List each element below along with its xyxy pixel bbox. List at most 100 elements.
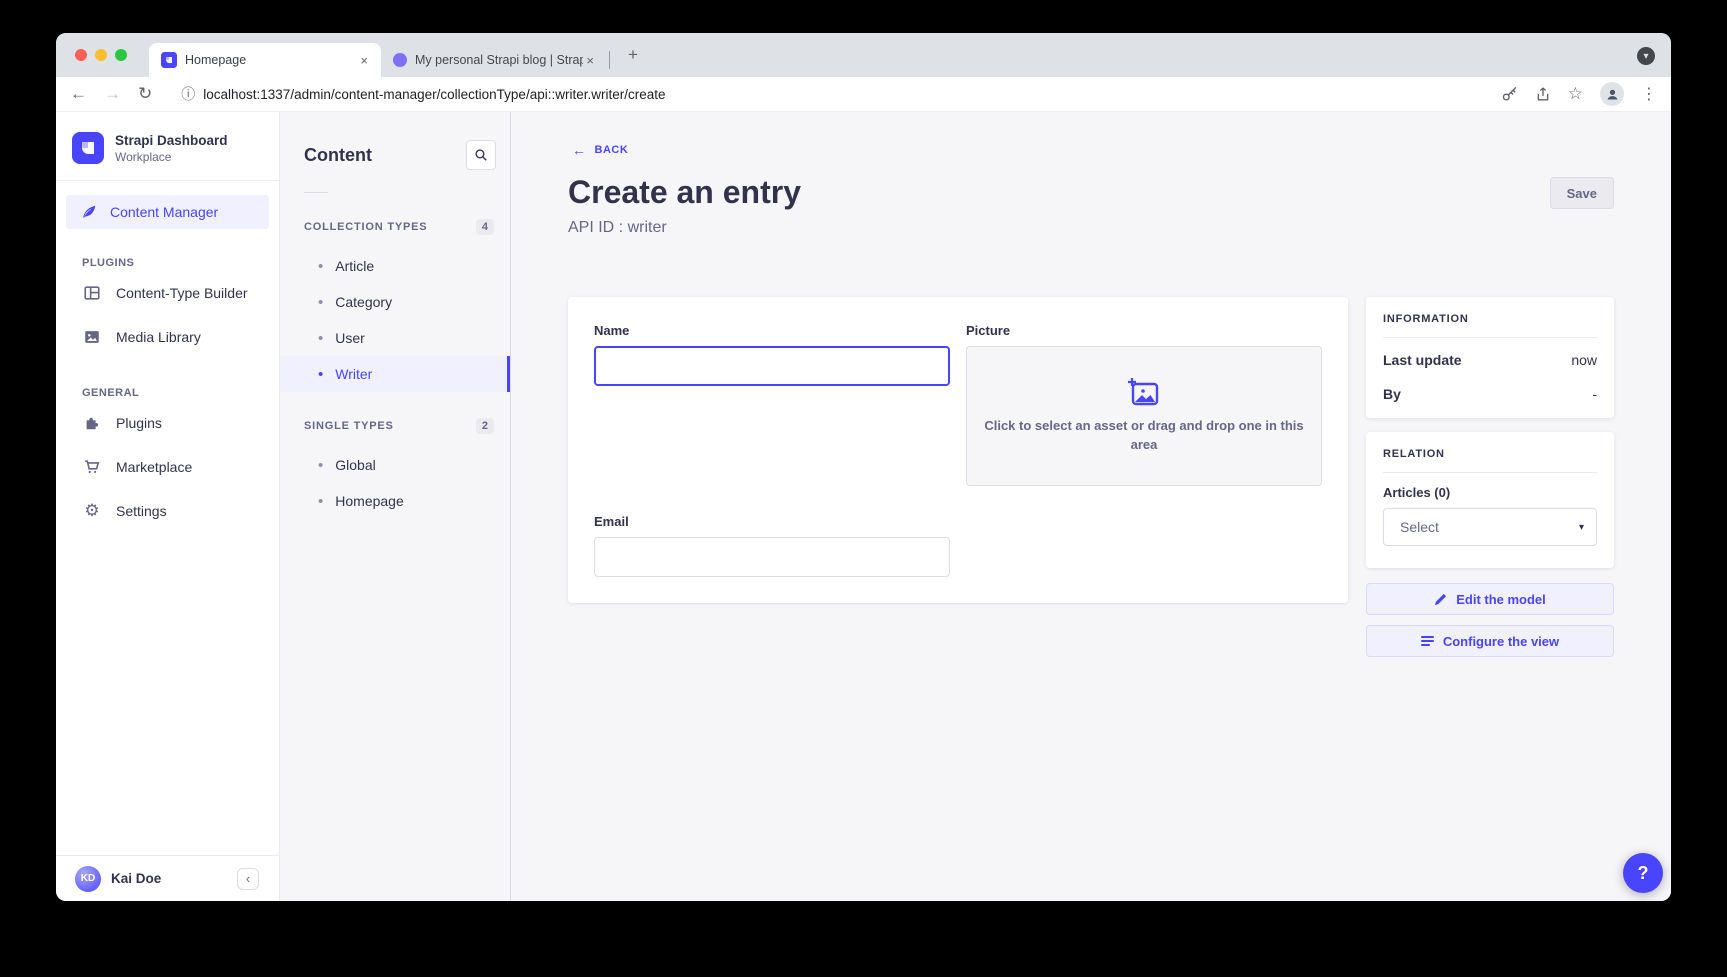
browser-menu-icon[interactable]: ⋮ [1641,84,1657,104]
subnav-item-category[interactable]: • Category [280,284,510,320]
tab-title: My personal Strapi blog | Strap [415,53,583,67]
subnav-item-homepage[interactable]: • Homepage [280,483,510,519]
strapi-logo [72,132,104,164]
password-key-icon[interactable] [1501,86,1518,103]
configure-view-label: Configure the view [1443,634,1559,649]
user-avatar[interactable]: KD [75,866,101,892]
sidebar-item-media-library[interactable]: Media Library [56,315,279,359]
select-caret-icon: ▾ [1579,522,1584,533]
bullet-icon: • [318,330,323,347]
subnav-item-user[interactable]: • User [280,320,510,356]
strapi-favicon [161,52,177,68]
api-id-subtitle: API ID : writer [568,219,801,237]
bookmark-star-icon[interactable]: ☆ [1568,84,1583,104]
layout-icon [82,284,102,302]
user-row: KD Kai Doe ‹ [56,855,279,901]
strapi-app: Strapi Dashboard Workplace Content Manag… [56,112,1671,901]
browser-profile-avatar[interactable] [1600,82,1624,106]
sidebar-item-label: Marketplace [116,459,192,475]
configure-view-button[interactable]: Configure the view [1366,625,1614,657]
sidebar-item-plugins[interactable]: Plugins [56,401,279,445]
close-tab-icon[interactable]: × [583,53,597,68]
new-tab-button[interactable]: + [622,45,644,65]
help-button[interactable]: ? [1623,853,1663,893]
sidebar-section-general: GENERAL [82,387,279,399]
back-label: BACK [595,144,629,156]
bullet-icon: • [318,493,323,510]
url-bar: ← → ↻ ⓘ localhost:1337/admin/content-man… [56,77,1671,112]
pencil-icon [1434,593,1447,606]
tab-homepage[interactable]: Homepage × [149,43,381,77]
bullet-icon: • [318,258,323,275]
address-url[interactable]: localhost:1337/admin/content-manager/col… [203,87,1484,102]
panel-divider [1383,472,1597,473]
brand-title: Strapi Dashboard [115,133,228,148]
entry-form-card: Name Picture Click to select [568,297,1348,603]
subnav-item-label: User [335,330,365,346]
subnav-item-article[interactable]: • Article [280,248,510,284]
brand[interactable]: Strapi Dashboard Workplace [56,112,279,164]
subnav-divider [304,192,328,193]
information-panel: INFORMATION Last update now By - [1366,297,1614,418]
sidebar-item-settings[interactable]: ⚙ Settings [56,489,279,533]
tab-strapi-blog[interactable]: My personal Strapi blog | Strap × [381,43,607,77]
main-content: ← BACK Create an entry API ID : writer S… [511,112,1671,901]
relation-header: RELATION [1383,448,1597,460]
name-label: Name [594,323,950,338]
share-icon[interactable] [1535,86,1551,103]
add-image-icon [1127,377,1161,407]
close-tab-icon[interactable]: × [357,53,371,68]
sidebar-item-content-type-builder[interactable]: Content-Type Builder [56,271,279,315]
panel-divider [1383,337,1597,338]
page-title: Create an entry [568,174,801,211]
minimize-window-button[interactable] [95,49,107,61]
picture-icon [82,328,102,346]
bullet-icon: • [318,366,323,383]
articles-select[interactable]: Select ▾ [1383,508,1597,546]
by-label: By [1383,386,1401,402]
collapse-sidebar-button[interactable]: ‹ [237,868,259,890]
name-input[interactable] [594,346,950,386]
browser-reload-icon[interactable]: ↻ [138,84,152,104]
bullet-icon: • [318,457,323,474]
email-label: Email [594,514,950,529]
zoom-window-button[interactable] [115,49,127,61]
save-button[interactable]: Save [1550,177,1614,209]
dropzone-hint: Click to select an asset or drag and dro… [984,417,1304,455]
sidebar-item-marketplace[interactable]: Marketplace [56,445,279,489]
back-arrow-icon: ← [572,142,587,158]
sidebar-item-content-manager[interactable]: Content Manager [66,195,269,229]
site-info-icon[interactable]: ⓘ [181,84,195,104]
email-input[interactable] [594,537,950,577]
edit-model-label: Edit the model [1456,592,1546,607]
subnav-item-writer[interactable]: • Writer [280,356,510,392]
edit-model-button[interactable]: Edit the model [1366,583,1614,615]
last-update-value: now [1571,352,1597,368]
email-field: Email [594,514,950,577]
articles-relation-label: Articles (0) [1383,485,1597,500]
information-header: INFORMATION [1383,313,1597,325]
count-badge: 2 [476,418,494,434]
subnav-item-label: Homepage [335,493,404,509]
close-window-button[interactable] [75,49,87,61]
brand-subtitle: Workplace [115,150,228,164]
back-link[interactable]: ← BACK [572,142,628,158]
search-button[interactable] [466,140,496,170]
name-field: Name [594,323,950,486]
tab-title: Homepage [185,53,357,67]
subnav-item-label: Global [335,457,375,473]
tab-search-chevron-icon[interactable]: ▾ [1637,47,1655,65]
cart-icon [82,458,102,476]
browser-back-icon[interactable]: ← [70,84,87,104]
group-collection-types: COLLECTION TYPES 4 • Article • Category … [280,219,510,392]
subnav-item-global[interactable]: • Global [280,447,510,483]
tab-separator [609,51,610,69]
sidebar-item-label: Media Library [116,329,201,345]
main-sidebar: Strapi Dashboard Workplace Content Manag… [56,112,280,901]
feather-pen-icon [80,203,98,221]
sidebar-section-plugins: PLUGINS [82,257,279,269]
subnav-item-label: Category [335,294,392,310]
bullet-icon: • [318,294,323,311]
picture-dropzone[interactable]: Click to select an asset or drag and dro… [966,346,1322,486]
group-label: COLLECTION TYPES [304,221,427,233]
